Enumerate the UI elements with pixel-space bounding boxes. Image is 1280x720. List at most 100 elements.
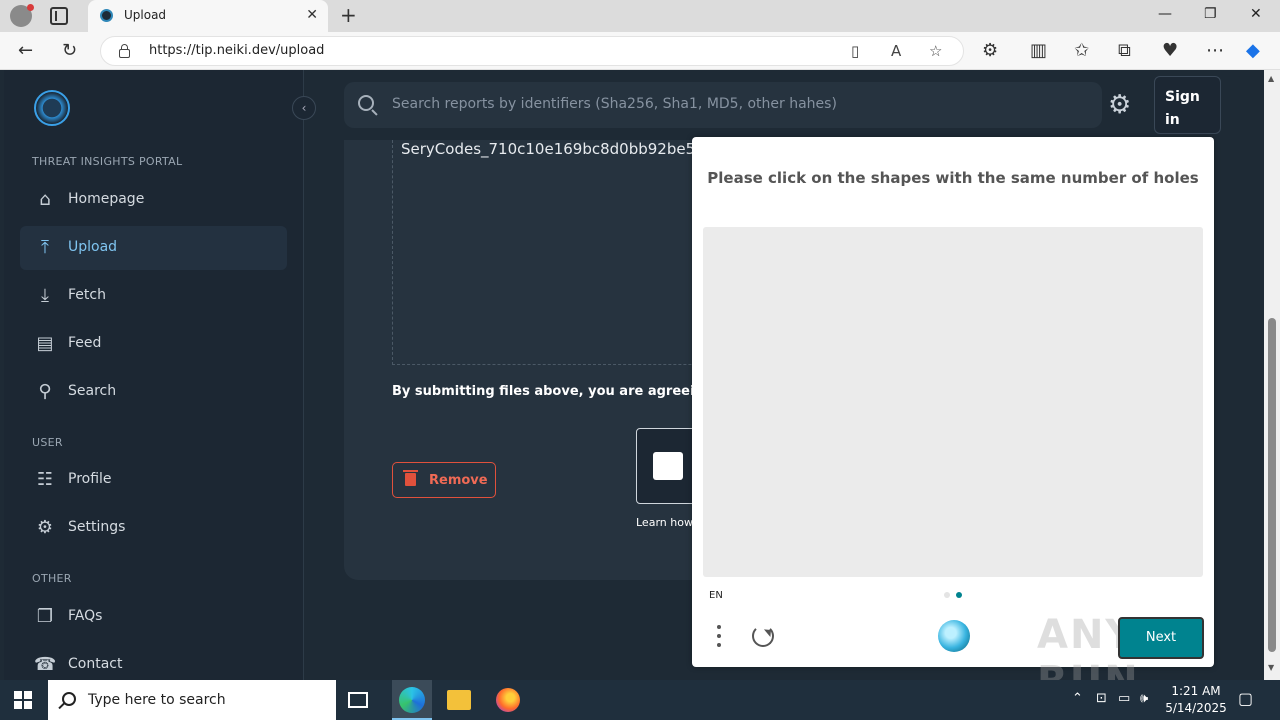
- feed-icon: ▤: [36, 333, 54, 354]
- home-icon: ⌂: [39, 189, 51, 210]
- contact-icon: ☎: [34, 654, 57, 675]
- firefox-icon[interactable]: [496, 688, 520, 712]
- sidebar-item-faqs[interactable]: ❐ FAQs: [20, 595, 287, 639]
- sidebar-item-label: Feed: [68, 335, 102, 351]
- sidebar-item-label: Homepage: [68, 191, 145, 207]
- file-explorer-icon[interactable]: [447, 690, 471, 710]
- uploaded-filename: SeryCodes_710c10e169bc8d0bb92be5: [401, 140, 696, 158]
- agreement-text: By submitting files above, you are agree…: [392, 384, 733, 399]
- notifications-icon[interactable]: ▢: [1238, 689, 1253, 708]
- browser-essentials-icon[interactable]: ♥: [1162, 40, 1178, 61]
- remove-button[interactable]: Remove: [392, 462, 496, 498]
- url-text: https://tip.neiki.dev/upload: [149, 43, 325, 58]
- sidebar-item-fetch[interactable]: ⤓ Fetch: [20, 274, 287, 318]
- learn-how-text[interactable]: Learn how: [636, 516, 693, 529]
- next-button[interactable]: Next: [1118, 617, 1204, 659]
- settings-gear-icon[interactable]: ⚙: [1108, 90, 1131, 120]
- tray-device-icon[interactable]: ⊡: [1096, 691, 1107, 706]
- sidebar-item-settings[interactable]: ⚙ Settings: [20, 506, 287, 550]
- lock-icon: [119, 44, 130, 58]
- collections-icon[interactable]: ⧉: [1118, 40, 1131, 61]
- scroll-down-icon[interactable]: ▼: [1268, 663, 1274, 672]
- taskbar-search-box[interactable]: Type here to search: [48, 680, 336, 720]
- refresh-icon[interactable]: [752, 625, 774, 647]
- scroll-thumb[interactable]: [1268, 318, 1276, 652]
- captcha-prompt: Please click on the shapes with the same…: [707, 169, 1199, 187]
- browser-addressbar: ← ↻ https://tip.neiki.dev/upload ▯ A ☆ ⚙…: [0, 32, 1280, 70]
- split-screen-icon[interactable]: ▥: [1030, 40, 1047, 61]
- start-windows-icon[interactable]: [14, 691, 32, 709]
- tab-title: Upload: [124, 8, 167, 22]
- sidebar-item-profile[interactable]: ☷ Profile: [20, 458, 287, 502]
- sidebar-item-label: Profile: [68, 471, 112, 487]
- tray-chevron-icon[interactable]: ⌃: [1072, 691, 1083, 706]
- favorites-icon[interactable]: ✩: [1074, 40, 1089, 61]
- system-clock[interactable]: 1:21 AM 5/14/2025: [1164, 683, 1228, 717]
- new-tab-icon[interactable]: +: [340, 3, 357, 27]
- browser-tab[interactable]: Upload ✕: [88, 0, 328, 32]
- url-field[interactable]: https://tip.neiki.dev/upload ▯ A ☆: [100, 36, 964, 66]
- sidebar-item-label: Contact: [68, 656, 123, 672]
- clock-time: 1:21 AM: [1171, 684, 1221, 698]
- browser-tabbar: Upload ✕ + — ❐ ✕: [0, 0, 1280, 32]
- site-logo[interactable]: [34, 90, 70, 126]
- scroll-up-icon[interactable]: ▲: [1268, 74, 1274, 83]
- hcaptcha-logo-icon: [938, 620, 970, 652]
- reload-icon[interactable]: ↻: [62, 40, 77, 61]
- sidebar-item-label: Settings: [68, 519, 126, 535]
- network-icon[interactable]: ▭: [1118, 691, 1130, 706]
- sign-in-button[interactable]: Sign in: [1154, 76, 1221, 134]
- taskbar-search-input[interactable]: Type here to search: [88, 692, 226, 708]
- sidebar-item-label: Fetch: [68, 287, 106, 303]
- page-scrollbar[interactable]: ▲ ▼: [1264, 70, 1280, 680]
- section-label-other: OTHER: [32, 572, 72, 585]
- faq-icon: ❐: [36, 606, 54, 627]
- sidebar-item-label: FAQs: [68, 608, 103, 624]
- tab-actions-icon[interactable]: [50, 7, 68, 25]
- fetch-icon: ⤓: [41, 285, 49, 306]
- restore-icon[interactable]: ❐: [1204, 6, 1217, 22]
- captcha-challenge-area[interactable]: [703, 227, 1203, 577]
- task-view-icon[interactable]: [348, 692, 368, 708]
- site-favicon-icon: [100, 9, 113, 22]
- sidebar-item-label: Search: [68, 383, 117, 399]
- favorite-star-icon[interactable]: ☆: [929, 42, 942, 60]
- search-input[interactable]: Search reports by identifiers (Sha256, S…: [392, 96, 837, 112]
- page-dot-active: [956, 592, 962, 598]
- captcha-dialog: Please click on the shapes with the same…: [692, 137, 1214, 704]
- extensions-icon[interactable]: ⚙: [982, 40, 998, 61]
- sidebar-item-upload[interactable]: ⤒ Upload: [20, 226, 287, 270]
- page-dot: [944, 592, 950, 598]
- sidebar-item-search[interactable]: ⚲ Search: [20, 370, 287, 414]
- sidebar: THREAT INSIGHTS PORTAL ⌂ Homepage ⤒ Uplo…: [4, 70, 304, 680]
- windows-taskbar: Type here to search ⌃ ⊡ ▭ 🕪 1:21 AM 5/14…: [0, 680, 1280, 720]
- search-icon: ⚲: [38, 381, 52, 402]
- remove-label: Remove: [429, 473, 488, 488]
- upload-icon: ⤒: [41, 237, 49, 258]
- page-view-icon[interactable]: ▯: [851, 42, 859, 60]
- video-icon: [653, 452, 683, 480]
- read-aloud-icon[interactable]: A: [891, 42, 901, 60]
- sidebar-item-homepage[interactable]: ⌂ Homepage: [20, 178, 287, 222]
- back-icon[interactable]: ←: [18, 40, 33, 61]
- window-close-icon[interactable]: ✕: [1250, 6, 1262, 22]
- section-label-portal: THREAT INSIGHTS PORTAL: [32, 155, 183, 168]
- taskbar-edge-button[interactable]: [392, 680, 432, 720]
- search-icon: [62, 692, 76, 706]
- report-search-bar[interactable]: Search reports by identifiers (Sha256, S…: [344, 82, 1102, 128]
- gear-icon: ⚙: [36, 517, 54, 538]
- volume-icon[interactable]: 🕪: [1140, 691, 1148, 706]
- trash-icon: [403, 470, 418, 486]
- minimize-icon[interactable]: —: [1158, 6, 1172, 22]
- language-selector[interactable]: EN: [709, 590, 723, 601]
- sidebar-collapse-button[interactable]: ‹: [292, 96, 316, 120]
- sidebar-item-label: Upload: [68, 239, 118, 255]
- more-menu-icon[interactable]: ⋯: [1206, 40, 1224, 61]
- sidebar-item-feed[interactable]: ▤ Feed: [20, 322, 287, 366]
- copilot-icon[interactable]: ◆: [1246, 40, 1260, 61]
- tab-close-icon[interactable]: ✕: [306, 7, 318, 23]
- section-label-user: USER: [32, 436, 63, 449]
- sidebar-item-contact[interactable]: ☎ Contact: [20, 643, 287, 680]
- profile-avatar-icon[interactable]: [10, 4, 34, 27]
- more-options-icon[interactable]: [716, 625, 722, 649]
